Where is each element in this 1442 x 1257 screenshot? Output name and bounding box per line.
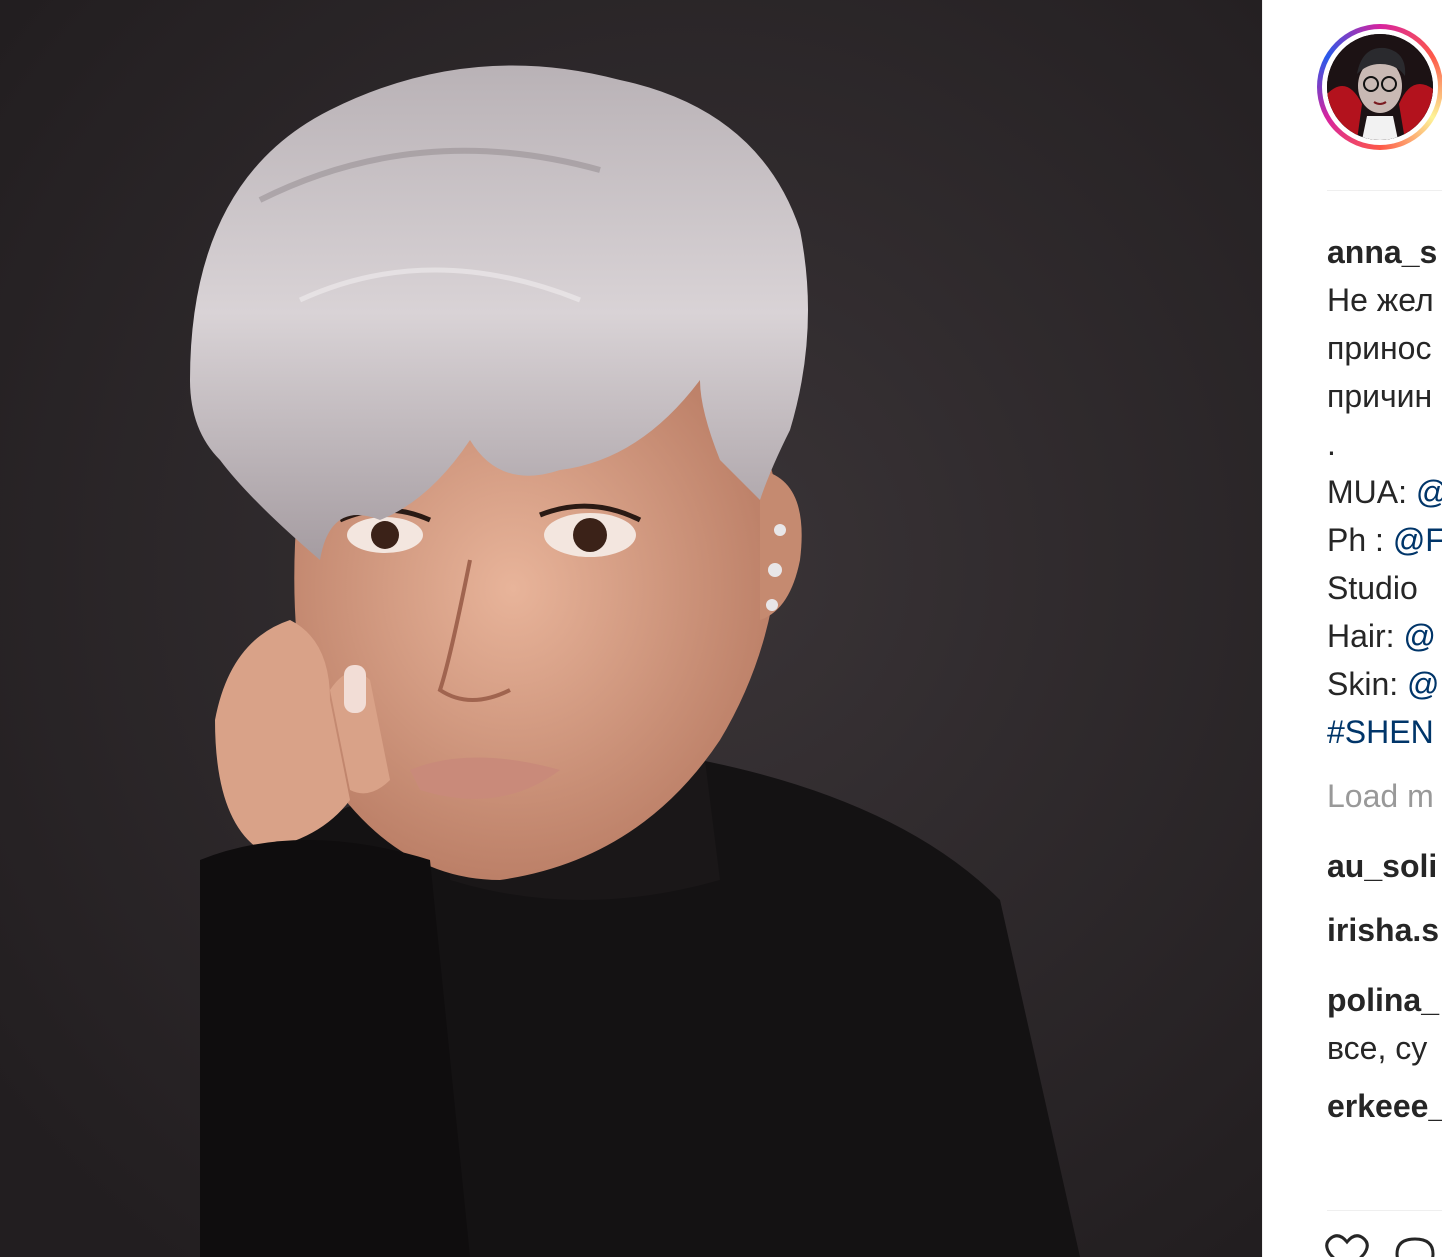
- caption-username[interactable]: anna_s: [1327, 228, 1442, 276]
- comment-icon[interactable]: [1393, 1236, 1437, 1257]
- credit-handle-link[interactable]: @: [1416, 474, 1442, 510]
- post-photo[interactable]: [0, 0, 1262, 1257]
- comment-username[interactable]: erkeee_: [1327, 1088, 1442, 1125]
- hashtag-link[interactable]: #SHEN: [1327, 708, 1442, 756]
- credit-handle-link[interactable]: @: [1407, 666, 1439, 702]
- avatar[interactable]: [1327, 34, 1433, 140]
- comment-text: все, су: [1327, 1030, 1428, 1066]
- story-ring[interactable]: [1317, 24, 1442, 150]
- avatar-illustration: [1327, 34, 1433, 140]
- load-more-comments-button[interactable]: Load m: [1327, 778, 1434, 815]
- credit-studio: Studio: [1327, 570, 1418, 606]
- comment-username[interactable]: polina_: [1327, 976, 1442, 1024]
- post-caption: anna_s Не жел принос причин . MUA: @ Ph …: [1327, 228, 1442, 756]
- instagram-post-view: anna_s Не жел принос причин . MUA: @ Ph …: [0, 0, 1442, 1257]
- caption-line: причин: [1327, 378, 1433, 414]
- caption-line: .: [1327, 426, 1336, 462]
- heart-icon[interactable]: [1325, 1234, 1369, 1257]
- credit-handle-link[interactable]: @: [1403, 618, 1435, 654]
- comment-username[interactable]: irisha.s: [1327, 912, 1442, 949]
- post-sidebar: anna_s Не жел принос причин . MUA: @ Ph …: [1262, 0, 1442, 1257]
- comment-list: au_soli irisha.s polina_ все, су erkeee_: [1327, 848, 1442, 1152]
- header-divider: [1327, 190, 1442, 191]
- caption-line: принос: [1327, 330, 1432, 366]
- comment-username[interactable]: au_soli: [1327, 848, 1442, 885]
- comment-item: irisha.s: [1327, 912, 1442, 976]
- credit-hair: Hair: @: [1327, 618, 1436, 654]
- credit-skin: Skin: @: [1327, 666, 1440, 702]
- credit-handle-link[interactable]: @F: [1393, 522, 1442, 558]
- credit-mua: MUA: @: [1327, 468, 1442, 516]
- actions-divider: [1327, 1210, 1442, 1211]
- credit-photographer: Ph : @F: [1327, 516, 1442, 564]
- comment-item: polina_ все, су: [1327, 976, 1442, 1088]
- comment-item: au_soli: [1327, 848, 1442, 912]
- caption-line: Не жел: [1327, 282, 1434, 318]
- comment-item: erkeee_: [1327, 1088, 1442, 1152]
- portrait-image: [0, 0, 1262, 1257]
